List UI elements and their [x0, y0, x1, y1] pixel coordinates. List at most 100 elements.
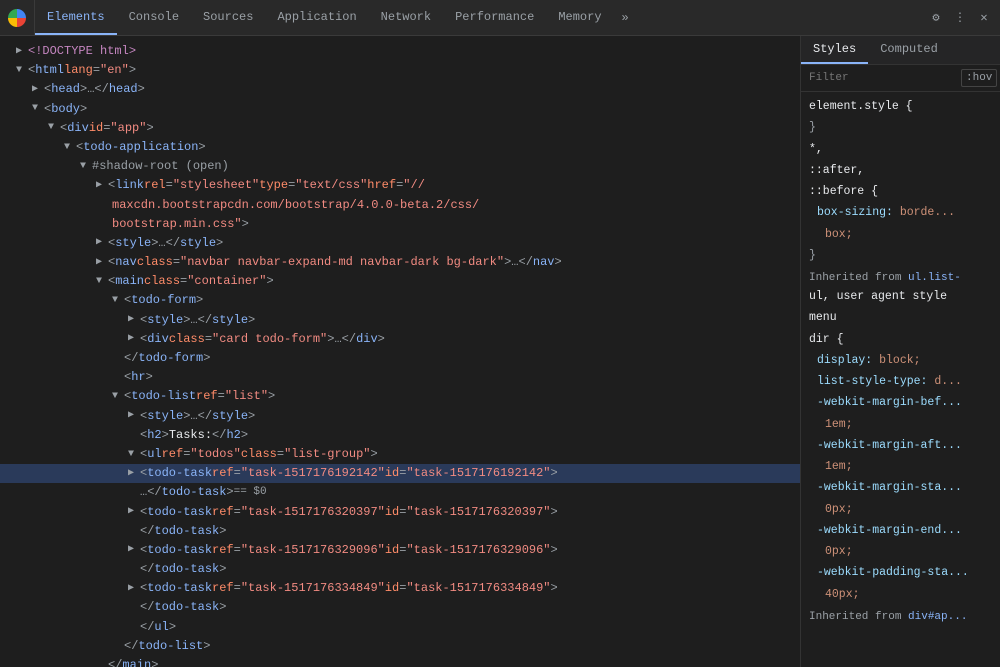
close-icon[interactable]: ✕ — [976, 10, 992, 26]
style-rule-webkit-padding-sta: -webkit-padding-sta... — [801, 562, 1000, 583]
toolbar-left — [0, 0, 35, 35]
style-rule-webkit-margin-end: -webkit-margin-end... — [801, 520, 1000, 541]
devtools-tabs: Elements Console Sources Application Net… — [35, 0, 920, 35]
dom-line-shadow-root[interactable]: #shadow-root (open) — [0, 157, 800, 176]
dom-line-task1-close: … </todo-task> == $0 — [0, 483, 800, 502]
dom-line-doctype[interactable]: <!DOCTYPE html> — [0, 42, 800, 61]
style-rule-before: ::before { — [801, 181, 1000, 202]
dom-line-todo-form-comp[interactable]: <todo-form> — [0, 291, 800, 310]
style-rule-before-close: } — [801, 245, 1000, 266]
styles-filter-bar: :hov — [801, 65, 1000, 92]
style-rule-list-style-type: list-style-type: d... — [801, 371, 1000, 392]
arrow-head — [32, 82, 42, 98]
style-rule-star: *, — [801, 139, 1000, 160]
dom-line-task3-close: </todo-task> — [0, 560, 800, 579]
dom-line-task1[interactable]: <todo-task ref="task-1517176192142" id="… — [0, 464, 800, 483]
dom-line-div-card[interactable]: <div class="card todo-form" > … </div> — [0, 330, 800, 349]
arrow-link — [96, 178, 106, 194]
dom-line-hr[interactable]: <hr> — [0, 368, 800, 387]
dom-line-link[interactable]: <link rel="stylesheet" type="text/css" h… — [0, 176, 800, 195]
dom-line-task4[interactable]: <todo-task ref="task-1517176334849" id="… — [0, 579, 800, 598]
dom-line-head[interactable]: <head> … </head> — [0, 80, 800, 99]
more-options-icon[interactable]: ⋮ — [952, 10, 968, 26]
style-rule-box: box; — [801, 224, 1000, 245]
arrow-main — [96, 274, 106, 290]
arrow-shadow-root — [80, 159, 90, 175]
arrow-style1 — [96, 235, 106, 251]
dom-line-todo-form-close: </todo-form> — [0, 349, 800, 368]
devtools-main: <!DOCTYPE html> <html lang="en" > <head>… — [0, 36, 1000, 667]
tab-performance[interactable]: Performance — [443, 0, 546, 35]
style-rule-menu: menu — [801, 307, 1000, 328]
arrow-style3 — [128, 408, 138, 424]
style-rule-1em-1: 1em; — [801, 414, 1000, 435]
dom-line-main[interactable]: <main class="container" > — [0, 272, 800, 291]
arrow-nav — [96, 255, 106, 271]
dom-line-main-close: </main> — [0, 656, 800, 667]
style-rule-box-sizing: box-sizing: borde... — [801, 202, 1000, 223]
hov-button[interactable]: :hov — [961, 69, 997, 87]
dom-line-task2[interactable]: <todo-task ref="task-1517176320397" id="… — [0, 503, 800, 522]
arrow-task3 — [128, 542, 138, 558]
tab-elements[interactable]: Elements — [35, 0, 117, 35]
arrow-task4 — [128, 581, 138, 597]
dom-line-task2-close: </todo-task> — [0, 522, 800, 541]
inherited-from-ul: Inherited from ul.list- — [801, 266, 1000, 286]
arrow-task1 — [128, 466, 138, 482]
tab-sources[interactable]: Sources — [191, 0, 265, 35]
arrow-style2 — [128, 312, 138, 328]
style-rule-40px: 40px; — [801, 584, 1000, 605]
dom-line-style3[interactable]: <style> … </style> — [0, 407, 800, 426]
style-rule-webkit-margin-bef: -webkit-margin-bef... — [801, 392, 1000, 413]
arrow-todo-list — [112, 389, 122, 405]
arrow-body — [32, 101, 42, 117]
dom-line-style1[interactable]: <style> … </style> — [0, 234, 800, 253]
dom-line-div-app[interactable]: <div id="app" > — [0, 119, 800, 138]
dom-line-todo-app[interactable]: <todo-application> — [0, 138, 800, 157]
arrow-div-app — [48, 120, 58, 136]
dom-line-h2[interactable]: <h2> Tasks: </h2> — [0, 426, 800, 445]
dom-line-link-cont: maxcdn.bootstrapcdn.com/bootstrap/4.0.0-… — [0, 196, 800, 215]
tab-network[interactable]: Network — [369, 0, 443, 35]
dom-line-ul-close: </ul> — [0, 618, 800, 637]
tab-application[interactable]: Application — [265, 0, 368, 35]
styles-tabs: Styles Computed — [801, 36, 1000, 65]
dom-line-todo-list-close: </todo-list> — [0, 637, 800, 656]
more-tabs-button[interactable]: » — [614, 0, 637, 35]
chrome-devtools-logo — [8, 9, 26, 27]
style-rule-element-close: } — [801, 117, 1000, 138]
styles-panel: Styles Computed :hov element.style { } *… — [800, 36, 1000, 667]
arrow-div-card — [128, 331, 138, 347]
devtools-toolbar: Elements Console Sources Application Net… — [0, 0, 1000, 36]
dom-line-body[interactable]: <body> — [0, 100, 800, 119]
toolbar-right: ⚙ ⋮ ✕ — [920, 0, 1000, 35]
style-rule-display: display: block; — [801, 350, 1000, 371]
styles-filter-input[interactable] — [809, 72, 955, 84]
dom-line-ul[interactable]: <ul ref="todos" class="list-group" > — [0, 445, 800, 464]
tab-memory[interactable]: Memory — [546, 0, 613, 35]
style-rule-0px-2: 0px; — [801, 541, 1000, 562]
styles-content: element.style { } *, ::after, ::before {… — [801, 92, 1000, 667]
arrow-ul — [128, 447, 138, 463]
style-rule-element: element.style { — [801, 96, 1000, 117]
style-rule-webkit-margin-sta: -webkit-margin-sta... — [801, 477, 1000, 498]
style-rule-webkit-margin-aft: -webkit-margin-aft... — [801, 435, 1000, 456]
tab-computed[interactable]: Computed — [868, 36, 950, 64]
style-rule-after: ::after, — [801, 160, 1000, 181]
arrow-doctype — [16, 44, 26, 60]
inherited-from-div: Inherited from div#ap... — [801, 605, 1000, 625]
settings-icon[interactable]: ⚙ — [928, 10, 944, 26]
arrow-task2 — [128, 504, 138, 520]
style-rule-1em-2: 1em; — [801, 456, 1000, 477]
dom-line-html[interactable]: <html lang="en" > — [0, 61, 800, 80]
dom-line-task3[interactable]: <todo-task ref="task-1517176329096" id="… — [0, 541, 800, 560]
dom-line-nav[interactable]: <nav class="navbar navbar-expand-md navb… — [0, 253, 800, 272]
tab-console[interactable]: Console — [117, 0, 191, 35]
dom-panel: <!DOCTYPE html> <html lang="en" > <head>… — [0, 36, 800, 667]
style-rule-ul-menu-dir: ul, user agent style — [801, 286, 1000, 307]
dom-line-link-cont2: bootstrap.min.css"> — [0, 215, 800, 234]
tab-styles[interactable]: Styles — [801, 36, 868, 64]
style-rule-dir: dir { — [801, 329, 1000, 350]
dom-line-todo-list[interactable]: <todo-list ref="list" > — [0, 387, 800, 406]
dom-line-style2[interactable]: <style> … </style> — [0, 311, 800, 330]
